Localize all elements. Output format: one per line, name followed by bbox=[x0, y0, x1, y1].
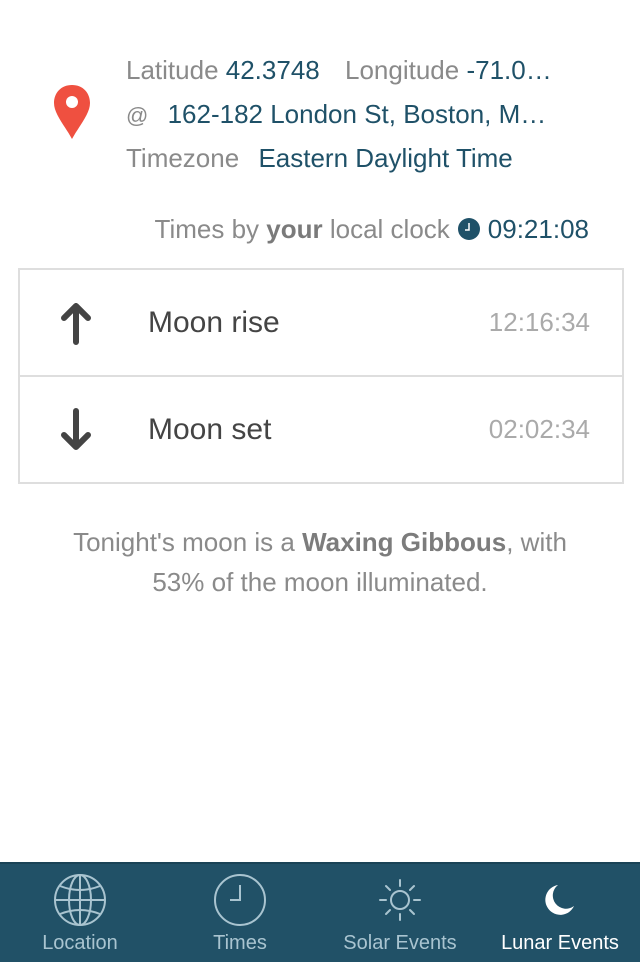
tab-label: Solar Events bbox=[343, 932, 457, 954]
timezone-value: Eastern Daylight Time bbox=[258, 143, 513, 173]
clock-suffix: local clock bbox=[329, 214, 450, 244]
tab-label: Lunar Events bbox=[501, 932, 619, 954]
event-row-moon-rise[interactable]: Moon rise 12:16:34 bbox=[20, 270, 622, 375]
event-label: Moon rise bbox=[148, 305, 280, 339]
local-clock-line: Times by your local clock 09:21:08 bbox=[155, 211, 589, 247]
longitude-value: -71.0… bbox=[466, 55, 552, 85]
map-pin-icon bbox=[54, 85, 90, 139]
clock-icon bbox=[457, 218, 480, 240]
clock-prefix: Times by bbox=[154, 214, 260, 244]
event-time: 12:16:34 bbox=[488, 307, 590, 337]
phase-name: Waxing Gibbous bbox=[302, 527, 507, 557]
at-symbol: @ bbox=[126, 103, 149, 128]
clock-icon bbox=[214, 874, 266, 926]
tab-bar: Location Times Solar Events Lunar Events bbox=[0, 862, 640, 962]
timezone-label: Timezone bbox=[126, 143, 240, 173]
sun-icon bbox=[379, 879, 421, 921]
event-time: 02:02:34 bbox=[488, 414, 590, 444]
moon-icon bbox=[545, 885, 574, 915]
moon-events-list: Moon rise 12:16:34 Moon set 02:02:34 bbox=[18, 268, 624, 484]
illumination-text: 53% of the moon illuminated. bbox=[152, 567, 488, 597]
moon-phase-description: Tonight's moon is a Waxing Gibbous, with… bbox=[20, 522, 620, 602]
tab-lunar-events[interactable]: Lunar Events bbox=[480, 864, 640, 962]
longitude-label: Longitude bbox=[344, 55, 460, 85]
event-row-moon-set[interactable]: Moon set 02:02:34 bbox=[20, 375, 622, 482]
latitude-label: Latitude bbox=[126, 55, 219, 85]
tab-solar-events[interactable]: Solar Events bbox=[320, 864, 480, 962]
clock-emphasis: your bbox=[266, 214, 323, 244]
event-label: Moon set bbox=[148, 412, 272, 446]
local-time: 09:21:08 bbox=[487, 214, 589, 244]
arrow-down-icon bbox=[61, 407, 91, 450]
timezone-line: Timezone Eastern Daylight Time bbox=[126, 140, 626, 184]
latitude-value: 42.3748 bbox=[225, 55, 320, 85]
globe-icon bbox=[54, 874, 106, 926]
tab-label: Times bbox=[213, 932, 267, 954]
tab-location[interactable]: Location bbox=[0, 864, 160, 962]
tab-label: Location bbox=[42, 932, 118, 954]
address-line: @ 162-182 London St, Boston, M… bbox=[126, 96, 626, 140]
phase-suffix: , with bbox=[506, 527, 567, 557]
location-info: Latitude 42.3748 Longitude -71.0… @ 162-… bbox=[126, 52, 626, 184]
address-value: 162-182 London St, Boston, M… bbox=[167, 99, 547, 129]
arrow-up-icon bbox=[61, 302, 91, 345]
coordinates-line: Latitude 42.3748 Longitude -71.0… bbox=[126, 52, 626, 96]
phase-prefix: Tonight's moon is a bbox=[73, 527, 295, 557]
tab-times[interactable]: Times bbox=[160, 864, 320, 962]
